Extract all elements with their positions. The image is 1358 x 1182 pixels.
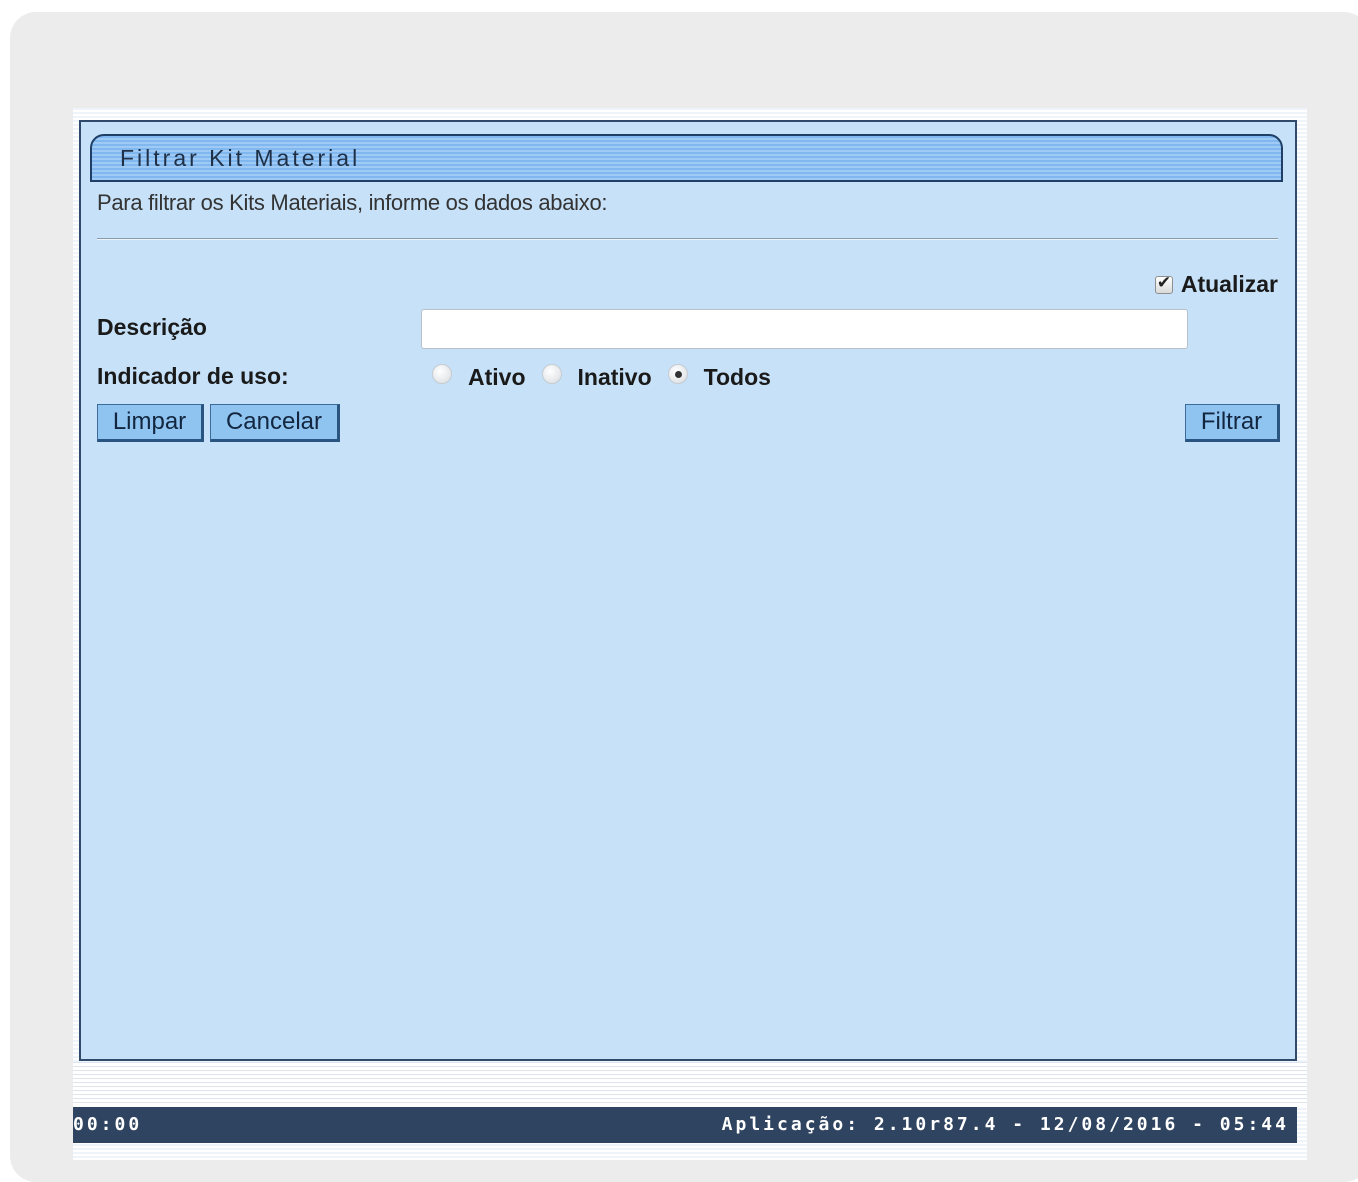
divider [97, 238, 1278, 240]
status-bar: 00:00 Aplicação: 2.10r87.4 - 12/08/2016 … [73, 1107, 1297, 1143]
filtrar-button[interactable]: Filtrar [1185, 404, 1280, 442]
checkmark-icon: ✔ [1156, 272, 1172, 292]
footer-separator [73, 1062, 1307, 1106]
session-timer: 00:00 [73, 1114, 143, 1135]
panel-title: Filtrar Kit Material [120, 145, 361, 171]
app-version: Aplicação: 2.10r87.4 - 12/08/2016 - 05:4… [721, 1114, 1289, 1135]
panel-title-bar: Filtrar Kit Material [90, 134, 1283, 182]
cancelar-button[interactable]: Cancelar [210, 404, 340, 442]
radio-todos[interactable] [667, 363, 688, 384]
radio-ativo-label[interactable]: Ativo [468, 364, 526, 391]
atualizar-option[interactable]: ✔ Atualizar [1154, 271, 1278, 298]
indicador-uso-options: Ativo Inativo Todos [432, 363, 787, 391]
radio-inativo[interactable] [541, 363, 562, 384]
atualizar-label: Atualizar [1180, 271, 1278, 297]
radio-ativo[interactable] [432, 363, 452, 384]
radio-inativo-label[interactable]: Inativo [578, 364, 652, 391]
panel-instructions: Para filtrar os Kits Materiais, informe … [97, 190, 608, 215]
filter-panel [79, 120, 1297, 1061]
indicador-uso-label: Indicador de uso: [97, 363, 289, 389]
limpar-button[interactable]: Limpar [97, 404, 204, 442]
atualizar-checkbox[interactable]: ✔ [1154, 273, 1173, 294]
descricao-label: Descrição [97, 314, 207, 340]
descricao-input[interactable] [421, 309, 1188, 349]
radio-todos-label[interactable]: Todos [704, 364, 771, 391]
